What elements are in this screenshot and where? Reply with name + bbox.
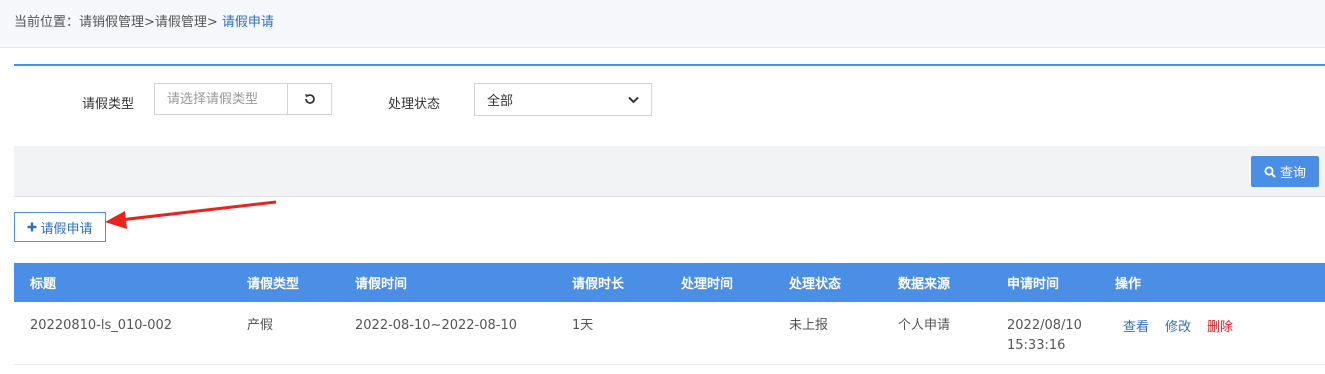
leave-type-input[interactable] [155,84,287,114]
cell-status: 未上报 [773,302,882,365]
search-panel: 请假类型 处理状态 全部 查询 [14,64,1325,197]
leave-type-label: 请假类型 [82,97,135,112]
cell-leave-period: 2022-08-10~2022-08-10 [339,302,556,365]
cell-source: 个人申请 [882,302,991,365]
filter-row: 请假类型 处理状态 全部 [14,66,1325,146]
add-leave-label: 请假申请 [40,221,93,237]
column-header: 处理状态 [773,263,882,302]
chevron-down-icon [628,96,639,103]
column-header: 请假类型 [231,263,339,302]
leave-table: 标题 请假类型 请假时间 请假时长 处理时间 处理状态 数据来源 申请时间 操作… [14,263,1325,365]
breadcrumb-path: 当前位置：请销假管理>请假管理> [14,15,218,30]
breadcrumb: 当前位置：请销假管理>请假管理> 请假申请 [0,0,1325,48]
add-leave-button[interactable]: 请假申请 [14,212,106,242]
column-header: 申请时间 [991,263,1099,302]
column-header: 标题 [14,263,231,302]
reset-button[interactable] [287,84,331,114]
edit-link[interactable]: 修改 [1165,318,1191,338]
cell-duration: 1天 [556,302,665,365]
breadcrumb-current[interactable]: 请假申请 [218,15,274,30]
apply-date: 2022/08/10 [1007,318,1082,333]
delete-link[interactable]: 删除 [1207,318,1233,338]
query-button[interactable]: 查询 [1251,156,1319,187]
column-header: 处理时间 [665,263,773,302]
refresh-icon [304,94,315,104]
cell-title: 20220810-ls_010-002 [14,302,231,365]
cell-operations: 查看 修改 删除 [1099,302,1325,365]
query-button-label: 查询 [1279,166,1306,181]
view-link[interactable]: 查看 [1123,318,1149,338]
action-bar: 查询 [14,146,1325,197]
leave-type-field [154,83,332,115]
status-select-value: 全部 [487,94,514,109]
table-row: 20220810-ls_010-002 产假 2022-08-10~2022-0… [14,302,1325,365]
apply-clock: 15:33:16 [1007,338,1066,353]
column-header: 请假时间 [339,263,556,302]
cell-apply-time: 2022/08/10 15:33:16 [991,302,1099,365]
cell-handled-time [665,302,773,365]
status-label: 处理状态 [388,97,441,112]
column-header: 数据来源 [882,263,991,302]
plus-icon [27,222,37,232]
status-select[interactable]: 全部 [474,83,652,116]
cell-leave-type: 产假 [231,302,339,365]
column-header: 操作 [1099,263,1325,302]
search-icon [1264,166,1276,178]
column-header: 请假时长 [556,263,665,302]
table-header-row: 标题 请假类型 请假时间 请假时长 处理时间 处理状态 数据来源 申请时间 操作 [14,263,1325,302]
